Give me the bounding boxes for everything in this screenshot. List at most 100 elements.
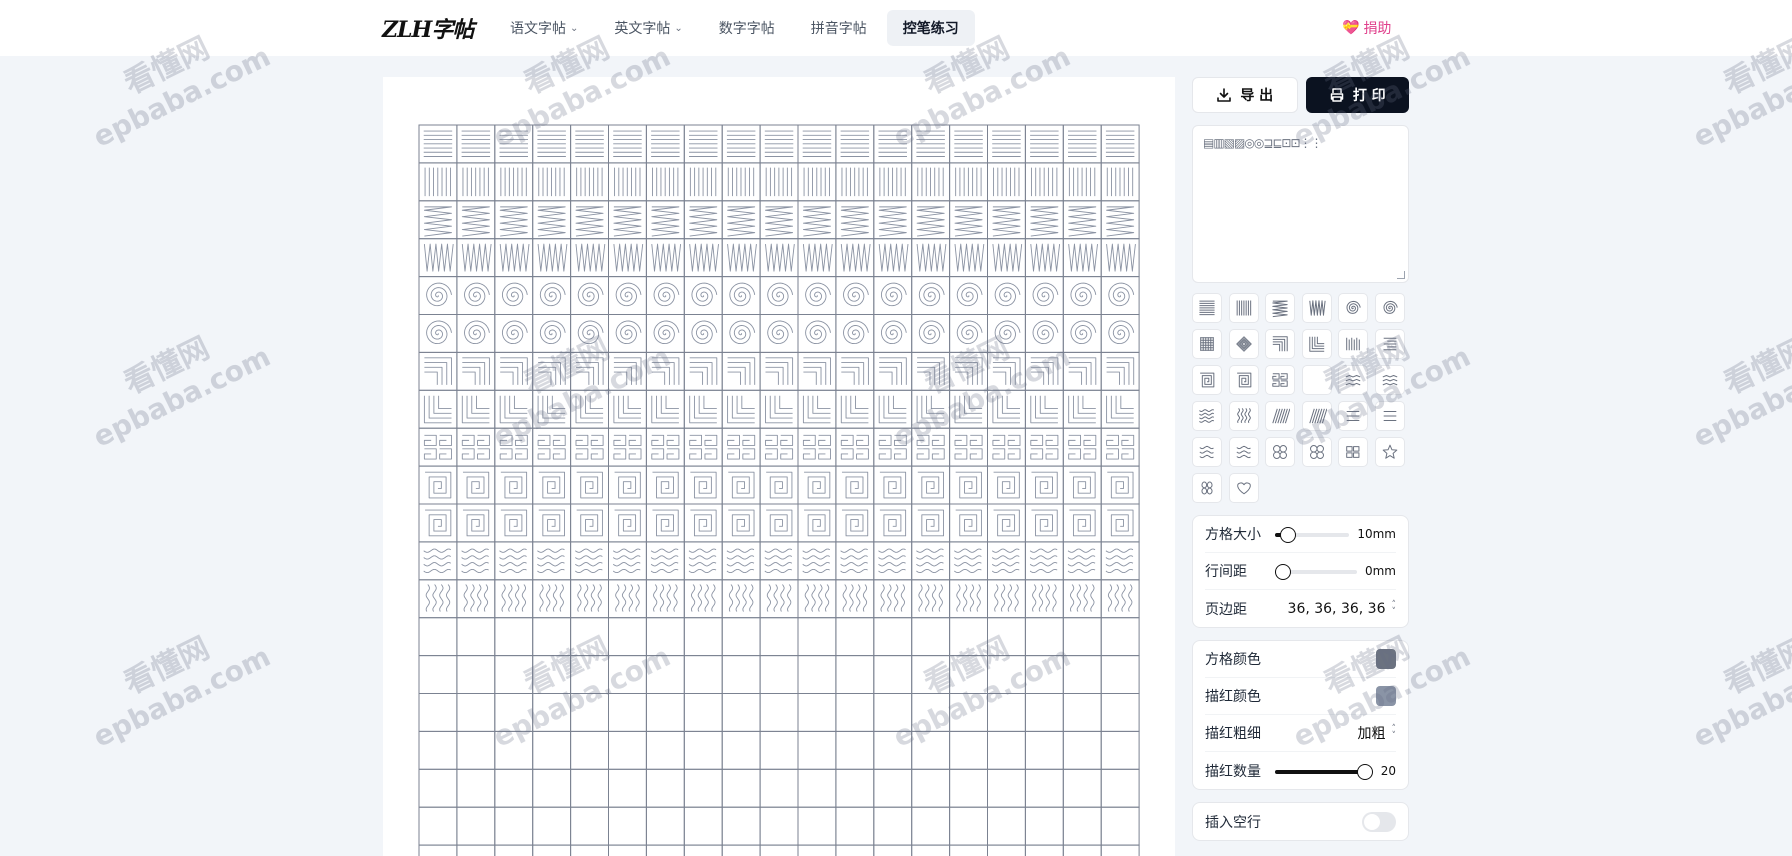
trace-pattern bbox=[841, 357, 869, 385]
site-logo[interactable]: ZLH字帖 bbox=[382, 14, 474, 43]
grid-cell bbox=[1062, 427, 1102, 467]
slider-knob[interactable] bbox=[1356, 763, 1373, 780]
trace-pattern bbox=[727, 395, 755, 424]
pattern-option-spiral[interactable] bbox=[1338, 293, 1368, 323]
pattern-option-dotted-steps-alt[interactable] bbox=[1374, 401, 1405, 431]
print-button[interactable]: 打 印 bbox=[1305, 77, 1409, 113]
pattern-option-circle-waves[interactable] bbox=[1265, 437, 1295, 467]
trace-pattern bbox=[537, 434, 566, 460]
trace-pattern bbox=[727, 357, 756, 385]
pattern-option-circles[interactable] bbox=[1301, 437, 1332, 467]
pattern-option-zigzag-horizontal[interactable] bbox=[1265, 293, 1295, 323]
trace-count-row: 描红数量 20 bbox=[1205, 752, 1396, 789]
nav-item-pen-control[interactable]: 控笔练习 bbox=[886, 10, 975, 46]
grid-cell bbox=[835, 768, 875, 808]
pattern-option-diagonal-lines-alt[interactable] bbox=[1301, 401, 1332, 431]
grid-size-slider[interactable] bbox=[1275, 524, 1350, 544]
pattern-option-heart[interactable] bbox=[1228, 473, 1259, 503]
pattern-option-star[interactable] bbox=[1374, 437, 1405, 467]
pattern-option-waves-horizontal[interactable] bbox=[1192, 401, 1222, 431]
pattern-option-vertical-bars[interactable] bbox=[1338, 329, 1368, 359]
trace-weight-label: 描红粗细 bbox=[1205, 726, 1261, 742]
trace-pattern bbox=[803, 167, 830, 197]
pattern-option-meander[interactable] bbox=[1265, 365, 1295, 395]
trace-pattern bbox=[878, 548, 906, 574]
nav-item-numbers[interactable]: 数字字帖 bbox=[703, 10, 791, 46]
pattern-option-circles-pair[interactable] bbox=[1192, 473, 1222, 503]
trace-pattern bbox=[538, 509, 565, 537]
nav-item-chinese[interactable]: 语文字帖 ⌄ bbox=[494, 10, 594, 46]
grid-cell bbox=[911, 579, 951, 619]
grid-cell bbox=[949, 693, 988, 732]
trace-pattern bbox=[651, 130, 680, 157]
trace-count-slider[interactable] bbox=[1275, 761, 1373, 781]
pattern-option-double-waves[interactable] bbox=[1192, 437, 1222, 467]
trace-pattern bbox=[954, 434, 983, 460]
pattern-option-chevron-waves-alt[interactable] bbox=[1374, 365, 1405, 395]
slider-knob[interactable] bbox=[1279, 527, 1296, 543]
pattern-option-dotted-steps[interactable] bbox=[1338, 401, 1368, 431]
grid-color-swatch[interactable] bbox=[1376, 649, 1396, 669]
grid-cell bbox=[645, 806, 685, 846]
trace-pattern bbox=[843, 320, 869, 345]
pattern-option-vertical-lines[interactable] bbox=[1228, 293, 1259, 323]
pattern-option-waves-vertical[interactable] bbox=[1228, 401, 1259, 431]
pattern-option-diagonal-lines[interactable] bbox=[1265, 401, 1295, 431]
insert-blank-toggle[interactable] bbox=[1362, 811, 1396, 832]
trace-pattern bbox=[840, 243, 871, 272]
pattern-option-slanted-waves[interactable] bbox=[1228, 437, 1259, 467]
pattern-option-horizontal-lines[interactable] bbox=[1192, 293, 1222, 323]
trace-pattern bbox=[992, 206, 1021, 237]
trace-pattern bbox=[879, 167, 906, 197]
trace-pattern bbox=[1069, 509, 1096, 537]
pattern-option-zigzag-vertical[interactable] bbox=[1301, 293, 1332, 323]
nav-item-pinyin[interactable]: 拼音字帖 bbox=[795, 10, 883, 46]
export-button[interactable]: 导 出 bbox=[1192, 77, 1298, 113]
trace-pattern bbox=[916, 243, 947, 272]
trace-pattern bbox=[499, 434, 528, 460]
trace-pattern bbox=[613, 395, 642, 424]
grid-cell bbox=[873, 768, 913, 808]
trace-pattern bbox=[803, 357, 831, 385]
donate-link[interactable]: 💝 捐助 bbox=[1342, 18, 1391, 38]
pattern-option-horizontal-steps[interactable] bbox=[1374, 329, 1405, 359]
pattern-option-square-spiral[interactable] bbox=[1192, 365, 1222, 395]
insert-blank-card: 插入空行 bbox=[1192, 802, 1409, 841]
grid-cell bbox=[456, 541, 496, 581]
pattern-option-squares[interactable] bbox=[1338, 437, 1368, 467]
page-margin-select[interactable]: 36, 36, 36, 36 ˄ ˅ bbox=[1288, 600, 1396, 617]
printer-icon bbox=[1330, 88, 1344, 102]
trace-pattern bbox=[878, 130, 907, 157]
grid-cell bbox=[987, 693, 1026, 732]
pattern-option-grid-dense[interactable] bbox=[1192, 329, 1222, 359]
trace-pattern bbox=[577, 584, 602, 612]
pattern-option-corner-top-right[interactable] bbox=[1265, 329, 1295, 359]
trace-pattern bbox=[615, 282, 642, 307]
trace-color-swatch[interactable] bbox=[1376, 686, 1396, 706]
trace-weight-select[interactable]: 加粗 ˄ ˅ bbox=[1358, 723, 1397, 743]
pattern-option-corner-bottom-left[interactable] bbox=[1301, 329, 1332, 359]
trace-pattern bbox=[804, 471, 831, 499]
pattern-option-meander-alt[interactable] bbox=[1301, 365, 1332, 395]
slider-knob[interactable] bbox=[1275, 564, 1291, 580]
pattern-option-spiral-alt[interactable] bbox=[1374, 293, 1405, 323]
trace-weight-row: 描红粗细 加粗 ˄ ˅ bbox=[1205, 715, 1396, 752]
grid-cell bbox=[911, 655, 951, 694]
resize-handle-icon[interactable] bbox=[1397, 271, 1405, 279]
pattern-option-chevron-waves[interactable] bbox=[1338, 365, 1368, 395]
trace-pattern bbox=[956, 282, 983, 307]
grid-cell bbox=[949, 541, 988, 581]
trace-pattern bbox=[614, 509, 641, 537]
grid-color-row: 方格颜色 bbox=[1205, 641, 1396, 678]
grid-cell bbox=[1024, 768, 1064, 808]
line-spacing-slider[interactable] bbox=[1275, 561, 1357, 581]
pattern-text-input[interactable]: ▤▥▧▨◎◎⊒⊑⊡⊡⋮⋮ bbox=[1192, 125, 1409, 283]
trace-pattern bbox=[688, 548, 717, 574]
pattern-option-diamond[interactable] bbox=[1228, 329, 1259, 359]
square-spiral-icon bbox=[1200, 372, 1215, 388]
pattern-option-square-spiral-alt[interactable] bbox=[1228, 365, 1259, 395]
grid-cell bbox=[532, 768, 572, 808]
trace-pattern bbox=[423, 548, 451, 574]
circles-icon bbox=[1309, 445, 1324, 459]
nav-item-english[interactable]: 英文字帖 ⌄ bbox=[598, 10, 698, 46]
